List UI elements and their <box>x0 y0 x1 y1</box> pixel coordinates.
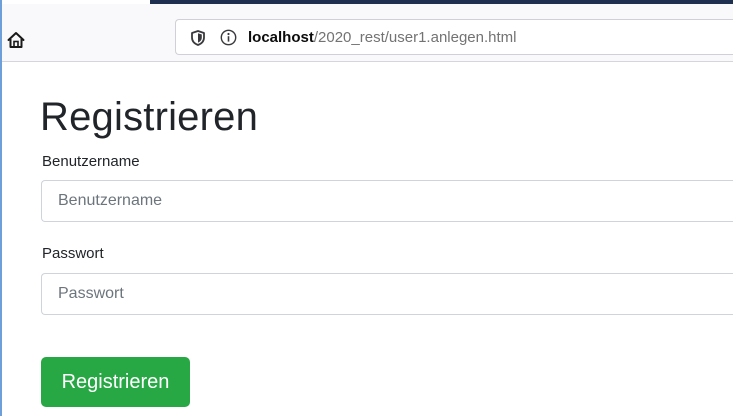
browser-window: localhost/2020_rest/user1.anlegen.html R… <box>0 0 733 416</box>
browser-toolbar: localhost/2020_rest/user1.anlegen.html <box>2 4 733 62</box>
url-path: /2020_rest/user1.anlegen.html <box>313 29 517 46</box>
password-label: Passwort <box>42 245 104 262</box>
username-label: Benutzername <box>42 153 140 170</box>
register-button[interactable]: Registrieren <box>41 357 190 407</box>
password-input[interactable] <box>41 273 733 315</box>
url-text[interactable]: localhost/2020_rest/user1.anlegen.html <box>248 28 517 48</box>
shield-icon[interactable] <box>191 30 205 46</box>
home-icon[interactable] <box>7 31 25 49</box>
page-title: Registrieren <box>40 95 259 139</box>
info-icon[interactable] <box>220 29 237 46</box>
username-input[interactable] <box>41 180 733 222</box>
url-bar[interactable]: localhost/2020_rest/user1.anlegen.html <box>175 19 733 55</box>
url-host: localhost <box>248 29 314 46</box>
